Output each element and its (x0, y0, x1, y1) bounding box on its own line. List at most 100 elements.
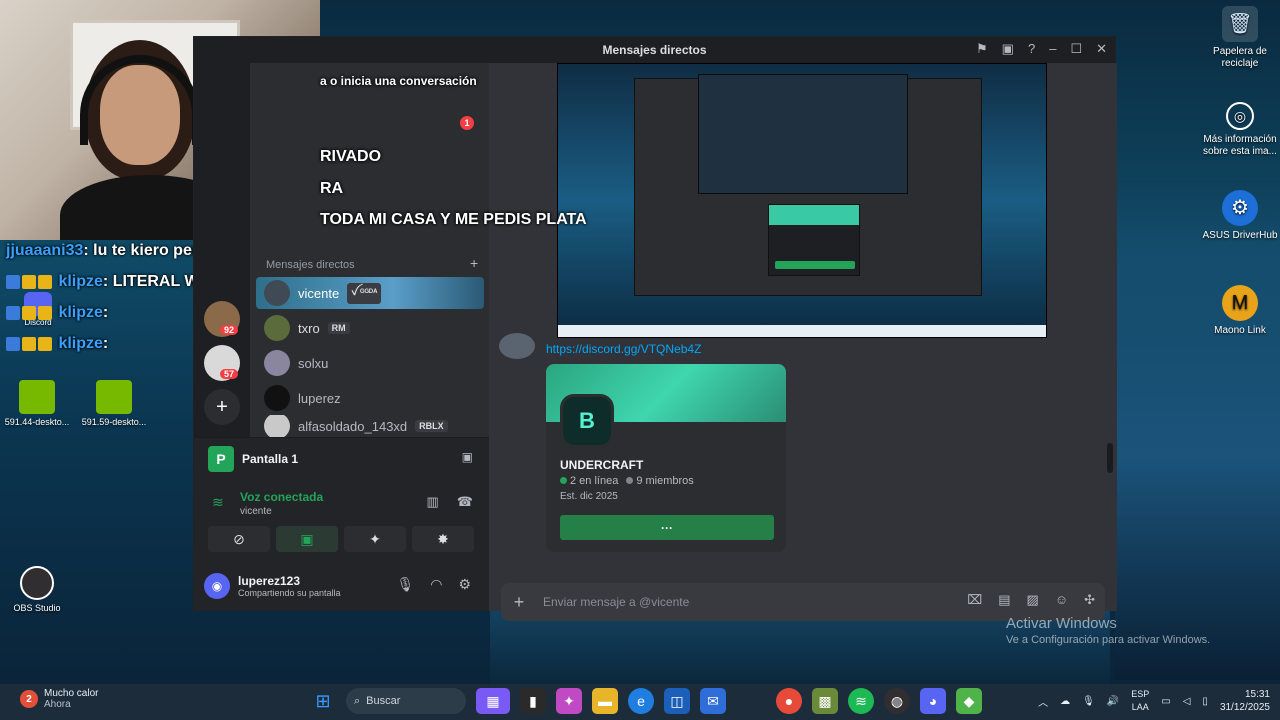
desktop-icon-recycle-bin[interactable]: 🗑 Papelera de reciclaje (1200, 6, 1280, 70)
desktop-icon-asus[interactable]: ⚙ ASUS DriverHub (1200, 190, 1280, 242)
badge-icon (6, 305, 20, 320)
game-launcher-icon[interactable]: ◆ (956, 688, 982, 714)
camera-off-button[interactable]: ⊘ (208, 526, 270, 552)
desktop-icon-spotlight[interactable]: ◎ Más información sobre esta ima... (1200, 102, 1280, 158)
start-icon[interactable]: ⊞ (310, 688, 336, 714)
spotify-icon[interactable]: ≋ (848, 688, 874, 714)
desktop-icon-maono[interactable]: M Maono Link (1200, 285, 1280, 337)
emoji-icon[interactable]: ☺ (1055, 592, 1068, 608)
camera-off-icon: ⊘ (233, 530, 245, 547)
voice-channel[interactable]: vicente (240, 506, 272, 517)
task-view-icon[interactable]: ▮ (520, 688, 546, 714)
widgets-icon[interactable]: ▦ (476, 688, 510, 714)
overlay-text: RA (320, 180, 344, 197)
chat-line: klipze: LITERAL WEI (6, 273, 215, 291)
add-dm-icon[interactable]: + (470, 255, 478, 271)
avatar (264, 385, 290, 411)
notification-badge: 57 (220, 369, 239, 379)
dm-name: alfasoldado_143xd (298, 418, 408, 434)
badge-icon (22, 336, 36, 351)
store-icon[interactable]: ◫ (664, 688, 690, 714)
headphones-icon[interactable]: ◠ (430, 576, 442, 593)
avatar (264, 280, 290, 306)
gif-icon[interactable]: ▤ (998, 592, 1010, 608)
discord-icon[interactable]: ◕ (920, 688, 946, 714)
gear-icon[interactable]: ⚙ (458, 576, 471, 593)
voice-status[interactable]: Voz conectada (240, 490, 323, 504)
flag-icon[interactable]: ⚑ (976, 41, 988, 57)
close-icon[interactable]: ✕ (1096, 41, 1107, 57)
chat-line: klipze: (6, 304, 108, 322)
edge-icon[interactable]: e (628, 688, 654, 714)
inbox-icon[interactable]: ▣ (1002, 41, 1014, 57)
maximize-icon[interactable]: ☐ (1070, 41, 1082, 57)
sticker-icon[interactable]: ▨ (1027, 592, 1039, 608)
chrome-icon[interactable]: ● (776, 688, 802, 714)
clock[interactable]: 15:31 31/12/2025 (1220, 688, 1270, 714)
copilot-icon[interactable]: ✦ (556, 688, 582, 714)
dm-item-luperez[interactable]: luperez (256, 382, 484, 414)
network-icon[interactable]: ▭ (1161, 696, 1170, 707)
scrollbar[interactable] (1107, 443, 1113, 473)
invite-stats: 2 en línea 9 miembros (560, 475, 694, 487)
maono-icon: M (1222, 285, 1258, 321)
invite-server-name: UNDERCRAFT (560, 458, 644, 472)
nvidia-icon (19, 380, 55, 414)
activate-windows-watermark: Activar Windows Ve a Configuración para … (1006, 615, 1210, 646)
search-icon: ⌕ (354, 694, 361, 707)
minimize-icon[interactable]: – (1049, 41, 1056, 57)
weather-widget[interactable]: 2 Mucho calor Ahora (20, 688, 98, 710)
activities-button[interactable]: ✦ (344, 526, 406, 552)
add-attachment-icon[interactable]: + (501, 592, 537, 613)
server-rail: 92 57 + (194, 63, 250, 473)
chevron-up-icon[interactable]: ︿ (1038, 694, 1048, 709)
chat-user: klipze (58, 273, 103, 290)
stop-stream-icon[interactable]: ▣ (462, 450, 473, 464)
soundboard-button[interactable]: ✸ (412, 526, 474, 552)
stream-header: P Pantalla 1 (208, 446, 298, 472)
cloud-icon[interactable]: ☁ (1060, 696, 1070, 707)
language-indicator[interactable]: ESP LAA (1131, 688, 1149, 714)
gift-icon[interactable]: ⌧ (967, 592, 982, 608)
message-input[interactable]: Enviar mensaje a @vicente (543, 595, 689, 609)
avatar[interactable]: ◉ (204, 573, 230, 599)
soundboard-icon[interactable]: ▥ (427, 494, 439, 510)
invite-established: Est. dic 2025 (560, 491, 618, 502)
join-button[interactable]: ··· (560, 515, 774, 540)
online-text: 2 en línea (570, 475, 619, 487)
screen-share-preview[interactable] (557, 63, 1047, 338)
apps-icon[interactable]: ✣ (1084, 592, 1095, 608)
dm-item-solxu[interactable]: solxu (256, 347, 484, 379)
taskbar: 2 Mucho calor Ahora ⊞ ⌕ Buscar ▦ ▮ ✦ ▬ e… (0, 684, 1280, 720)
outlook-icon[interactable]: ✉ (700, 688, 726, 714)
desktop-icon-obs[interactable]: OBS Studio (2, 566, 72, 613)
invite-link[interactable]: https://discord.gg/VTQNeb4Z (546, 342, 701, 356)
microphone-icon[interactable]: 🎙 (1082, 696, 1095, 707)
avatar[interactable] (499, 333, 535, 359)
speaker-icon[interactable]: ◁ (1183, 696, 1191, 707)
desktop-icon-nvidia-1[interactable]: 591.44-deskto... (2, 380, 72, 427)
preview-banner (769, 205, 859, 225)
user-status: Compartiendo su pantalla (238, 588, 341, 598)
window-title: Mensajes directos (602, 43, 707, 57)
search-input[interactable]: ⌕ Buscar (346, 688, 466, 714)
dm-item-txro[interactable]: txro RM (256, 312, 484, 344)
taskbar-apps: ⊞ ⌕ Buscar ▦ ▮ ✦ ▬ e ◫ ✉ ● ▩ ≋ ◍ ◕ ◆ (310, 688, 982, 714)
obs-icon[interactable]: ◍ (884, 688, 910, 714)
battery-icon[interactable]: ▯ (1202, 696, 1208, 707)
dm-item-vicente[interactable]: vicente ꪜ ᴳᴳᴰᴬ (256, 277, 484, 309)
screen-share-button[interactable]: ▣ (276, 526, 338, 552)
desktop-icon-nvidia-2[interactable]: 591.59-deskto... (78, 380, 150, 427)
file-explorer-icon[interactable]: ▬ (592, 688, 618, 714)
preview-nested-window (698, 74, 908, 194)
avatar (264, 350, 290, 376)
microphone-icon[interactable]: 🎙 (396, 576, 414, 593)
volume-icon[interactable]: 🔊 (1107, 696, 1119, 707)
help-icon[interactable]: ? (1028, 41, 1035, 57)
minecraft-icon[interactable]: ▩ (812, 688, 838, 714)
recycle-bin-icon: 🗑 (1222, 6, 1258, 42)
user-name: luperez123 (238, 574, 301, 588)
dm-item-alfasoldado[interactable]: alfasoldado_143xd RBLX (256, 415, 484, 437)
add-server-icon[interactable]: + (204, 389, 240, 425)
disconnect-icon[interactable]: ☎ (457, 494, 473, 510)
